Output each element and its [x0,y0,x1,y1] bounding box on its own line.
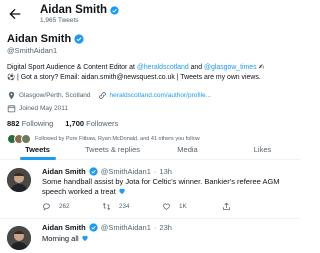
tweet-author-handle[interactable]: @SmithAidan1 [101,223,151,232]
bio-text: and [188,64,205,71]
following-count: 882 [7,119,20,128]
like-button[interactable]: 1K [162,202,222,211]
bio-text: | Got a story? Email: aidan.smith@newsqu… [17,74,261,81]
profile-tabs: Tweets Tweets & replies Media Likes [0,139,300,160]
share-icon [223,202,230,210]
tweet[interactable]: Aidan Smith @SmithAidan1 · 13h Some hand… [0,161,300,219]
heart-icon [163,203,170,210]
reply-icon [43,203,50,211]
profile-header-bar: Aidan Smith 1,965 Tweets [0,0,300,30]
profile-name-row: Aidan Smith [7,33,295,45]
tweet-actions: 262 234 1K [42,202,282,211]
verified-badge-icon [110,5,119,15]
pencil-emoji-icon: ✍ [258,64,265,71]
retweet-button[interactable]: 234 [102,202,162,211]
verified-badge-icon [89,223,98,232]
followers-link[interactable]: 1,700 Followers [65,119,118,128]
verified-badge-icon [89,167,98,176]
profile-location: Glasgow/Perth, Scotland [19,92,91,99]
tweet-header: Aidan Smith @SmithAidan1 · 13h [42,167,172,176]
tweet-timestamp[interactable]: 23h [159,223,172,232]
tab-label: Tweets & replies [84,145,141,154]
tab-label: Likes [253,145,272,154]
avatar[interactable] [7,168,31,192]
profile-name: Aidan Smith [7,33,72,45]
tweet-timestamp[interactable]: 13h [159,167,172,176]
tweet-body: Morning all [42,234,79,243]
bio-text: Digital Sport Audience & Content Editor … [7,64,137,71]
tweet-author-name[interactable]: Aidan Smith [42,167,86,176]
profile-bio: Digital Sport Audience & Content Editor … [7,63,293,83]
active-tab-indicator [19,157,56,160]
tab-tweets-and-replies[interactable]: Tweets & replies [75,139,150,159]
verified-badge-icon [74,34,84,44]
tweet[interactable]: Aidan Smith @SmithAidan1 · 23h Morning a… [0,220,300,253]
tab-likes[interactable]: Likes [225,139,300,159]
retweet-count: 234 [119,203,130,210]
profile-info: Aidan Smith @SmithAidan1 Digital Sport A… [7,33,295,144]
profile-website-link[interactable]: heraldscotland.com/author/profile... [110,92,212,99]
tweet-text: Morning all [42,234,292,244]
blue-heart-emoji-icon [119,188,125,194]
retweet-icon [102,202,111,211]
tab-label: Media [177,145,198,154]
tab-tweets[interactable]: Tweets [0,139,75,160]
separator-dot: · [153,223,157,232]
bio-mention-glasgow-times[interactable]: @glasgow_times [204,64,257,71]
tab-label: Tweets [25,145,50,154]
avatar[interactable] [7,226,31,250]
profile-joined-row: Joined May 2011 [7,104,295,113]
profile-meta: Glasgow/Perth, Scotland heraldscotland.c… [7,91,295,100]
calendar-icon [7,105,16,113]
profile-handle: @SmithAidan1 [7,46,58,55]
football-emoji-icon: ⚽ [7,74,16,81]
profile-joined: Joined May 2011 [19,105,69,112]
followers-count: 1,700 [65,119,85,128]
blue-heart-emoji-icon [82,235,88,241]
separator-dot: · [153,167,157,176]
reply-button[interactable]: 262 [42,202,102,211]
bio-mention-heraldscotland[interactable]: @heraldscotland [137,64,189,71]
share-button[interactable] [222,202,282,211]
tweet-header: Aidan Smith @SmithAidan1 · 23h [42,223,172,232]
tweet-body: Some handball assist by Jota for Celtic'… [42,177,280,196]
tab-media[interactable]: Media [150,139,225,159]
tweet-author-name[interactable]: Aidan Smith [42,223,86,232]
header-title: Aidan Smith [40,4,119,16]
arrow-left-icon[interactable] [7,6,23,22]
link-icon [98,92,106,99]
tweet-text: Some handball assist by Jota for Celtic'… [42,177,292,197]
following-link[interactable]: 882 Following [7,119,53,128]
profile-follow-stats: 882 Following 1,700 Followers [7,119,295,128]
tweet-author-handle[interactable]: @SmithAidan1 [101,167,151,176]
reply-count: 262 [59,203,70,210]
location-pin-icon [8,91,15,100]
header-tweet-count: 1,965 Tweets [40,17,79,24]
like-count: 1K [179,203,187,210]
header-name: Aidan Smith [40,4,108,16]
following-label: Following [21,119,54,128]
followers-label: Followers [86,119,119,128]
